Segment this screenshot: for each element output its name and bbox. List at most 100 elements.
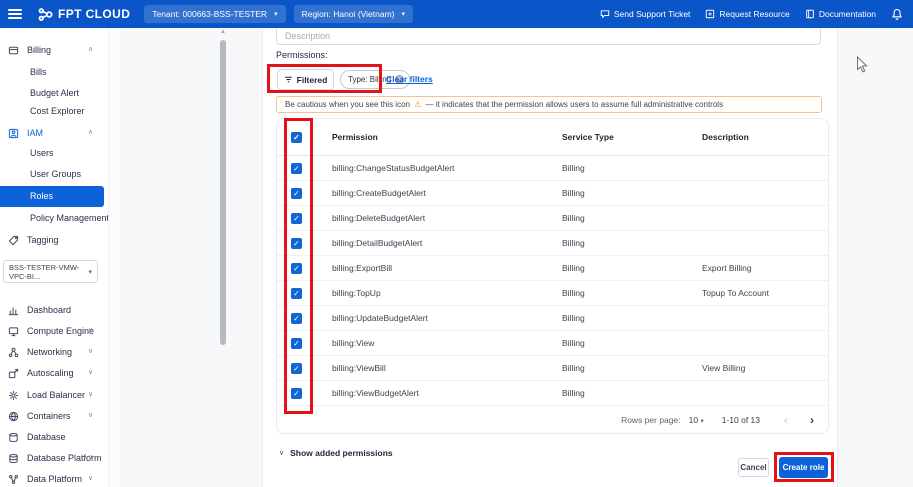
sidebar-item-database[interactable]: Database <box>0 428 104 446</box>
chevron-down-icon: ∨ <box>88 343 93 361</box>
chevron-down-icon: ∨ <box>88 470 93 487</box>
documentation-link[interactable]: Documentation <box>805 9 876 19</box>
chevron-up-icon: ∧ <box>88 124 93 142</box>
database-icon <box>8 432 19 443</box>
menu-icon[interactable] <box>8 9 22 19</box>
sidebar-item-database-platform[interactable]: Database Platform∨ <box>0 449 104 467</box>
description-cell: Export Billing <box>702 263 828 273</box>
scroll-up-arrow-icon[interactable]: ▲ <box>220 29 226 35</box>
service-type-cell: Billing <box>562 313 702 323</box>
chevron-down-icon: ∨ <box>279 449 284 457</box>
create-role-button[interactable]: Create role <box>779 457 828 478</box>
chevron-down-icon: ∨ <box>88 322 93 340</box>
networking-icon <box>8 347 19 358</box>
row-checkbox[interactable]: ✓ <box>291 338 302 349</box>
chevron-down-icon: ∨ <box>88 386 93 404</box>
sidebar-item-load-balancer[interactable]: Load Balancer∨ <box>0 386 104 404</box>
sidebar-scrollbar[interactable]: ▲ <box>108 28 120 487</box>
table-row: ✓billing:ViewBilling <box>277 331 828 356</box>
autoscaling-icon <box>8 368 19 379</box>
sidebar-item-label: Load Balancer <box>27 386 85 404</box>
sidebar-item-data-platform[interactable]: Data Platform∨ <box>0 470 104 487</box>
sidebar-item-budget-alert[interactable]: Budget Alert <box>0 84 104 102</box>
permission-cell: billing:ViewBudgetAlert <box>332 388 562 398</box>
region-label: Region: Hanoi (Vietnam) <box>302 9 395 19</box>
row-checkbox[interactable]: ✓ <box>291 363 302 374</box>
row-checkbox[interactable]: ✓ <box>291 238 302 249</box>
service-type-cell: Billing <box>562 213 702 223</box>
sidebar-item-networking[interactable]: Networking ∨ <box>0 343 104 361</box>
rows-per-page-label: Rows per page: <box>621 415 681 425</box>
notifications-button[interactable] <box>891 8 903 20</box>
request-resource-link[interactable]: Request Resource <box>705 9 789 19</box>
row-checkbox[interactable]: ✓ <box>291 263 302 274</box>
fpt-cloud-logo: FPT CLOUD <box>38 7 130 22</box>
sidebar-item-policy-management[interactable]: Policy Management <box>0 209 104 227</box>
select-all-checkbox[interactable]: ✓ <box>291 132 302 143</box>
sidebar-item-billing[interactable]: Billing∧ <box>0 41 104 59</box>
mouse-cursor <box>856 56 868 74</box>
sidebar-item-compute-engine[interactable]: Compute Engine∨ <box>0 322 104 340</box>
sidebar-item-roles[interactable]: Roles <box>0 186 104 207</box>
sidebar-item-iam[interactable]: IAM ∧ <box>0 124 104 142</box>
table-row: ✓billing:ChangeStatusBudgetAlertBilling <box>277 156 828 181</box>
clear-filters-link[interactable]: Clear filters <box>386 74 433 84</box>
rows-per-page-select[interactable]: 10 ▾ <box>689 415 704 425</box>
next-page-button[interactable]: › <box>810 413 814 427</box>
project-selector-value: BSS-TESTER-VMW-VPC-BI... <box>9 263 88 281</box>
bell-icon <box>891 8 903 20</box>
sidebar-item-label: IAM <box>27 124 43 142</box>
show-added-permissions-toggle[interactable]: ∨ Show added permissions <box>279 448 393 458</box>
filtered-button[interactable]: Filtered <box>277 69 334 90</box>
service-type-cell: Billing <box>562 363 702 373</box>
description-cell: Topup To Account <box>702 288 828 298</box>
table-header-row: ✓ Permission Service Type Description <box>277 119 828 156</box>
row-checkbox[interactable]: ✓ <box>291 313 302 324</box>
iam-icon <box>8 128 19 139</box>
service-type-cell: Billing <box>562 163 702 173</box>
column-header-description: Description <box>702 132 828 142</box>
send-support-ticket-link[interactable]: Send Support Ticket <box>600 9 691 19</box>
sidebar-item-dashboard[interactable]: Dashboard <box>0 301 104 319</box>
data-platform-icon <box>8 474 19 485</box>
service-type-cell: Billing <box>562 288 702 298</box>
row-checkbox[interactable]: ✓ <box>291 213 302 224</box>
sidebar-item-bills[interactable]: Bills <box>0 63 104 81</box>
tenant-selector[interactable]: Tenant: 000663-BSS-TESTER ▾ <box>144 5 285 23</box>
sidebar-item-tagging[interactable]: Tagging <box>0 231 104 249</box>
sidebar-item-users[interactable]: Users <box>0 144 104 162</box>
service-type-cell: Billing <box>562 238 702 248</box>
sidebar-item-user-groups[interactable]: User Groups <box>0 165 104 183</box>
row-checkbox[interactable]: ✓ <box>291 163 302 174</box>
cancel-button[interactable]: Cancel <box>738 458 769 477</box>
sidebar-scrollbar-thumb[interactable] <box>220 40 226 345</box>
row-checkbox[interactable]: ✓ <box>291 188 302 199</box>
sidebar-item-containers[interactable]: Containers∨ <box>0 407 104 425</box>
description-input[interactable] <box>276 28 821 45</box>
sidebar-item-label: Networking <box>27 343 72 361</box>
filter-icon <box>284 75 293 84</box>
service-type-cell: Billing <box>562 338 702 348</box>
previous-page-button[interactable]: ‹ <box>784 413 788 427</box>
project-selector[interactable]: BSS-TESTER-VMW-VPC-BI... ▾ <box>3 260 98 283</box>
sidebar-item-autoscaling[interactable]: Autoscaling∨ <box>0 364 104 382</box>
documentation-icon <box>805 9 815 19</box>
sidebar-item-label: Compute Engine <box>27 322 94 340</box>
region-selector[interactable]: Region: Hanoi (Vietnam) ▾ <box>294 5 413 23</box>
sidebar-item-label: Autoscaling <box>27 364 74 382</box>
load-balancer-icon <box>8 390 19 401</box>
service-type-cell: Billing <box>562 388 702 398</box>
table-row: ✓billing:ExportBillBillingExport Billing <box>277 256 828 281</box>
row-checkbox[interactable]: ✓ <box>291 388 302 399</box>
permissions-label: Permissions: <box>276 50 328 60</box>
topbar: FPT CLOUD Tenant: 000663-BSS-TESTER ▾ Re… <box>0 0 913 28</box>
row-checkbox[interactable]: ✓ <box>291 288 302 299</box>
permission-cell: billing:CreateBudgetAlert <box>332 188 562 198</box>
warning-triangle-icon: ⚠ <box>412 100 425 109</box>
pagination-bar: Rows per page: 10 ▾ 1-10 of 13 ‹ › <box>277 406 828 433</box>
sidebar-item-label: Tagging <box>27 231 59 249</box>
chevron-down-icon: ∨ <box>88 449 93 467</box>
sidebar-item-cost-explorer[interactable]: Cost Explorer <box>0 102 104 120</box>
brand-title: FPT CLOUD <box>58 7 130 21</box>
sidebar-item-label: Containers <box>27 407 71 425</box>
